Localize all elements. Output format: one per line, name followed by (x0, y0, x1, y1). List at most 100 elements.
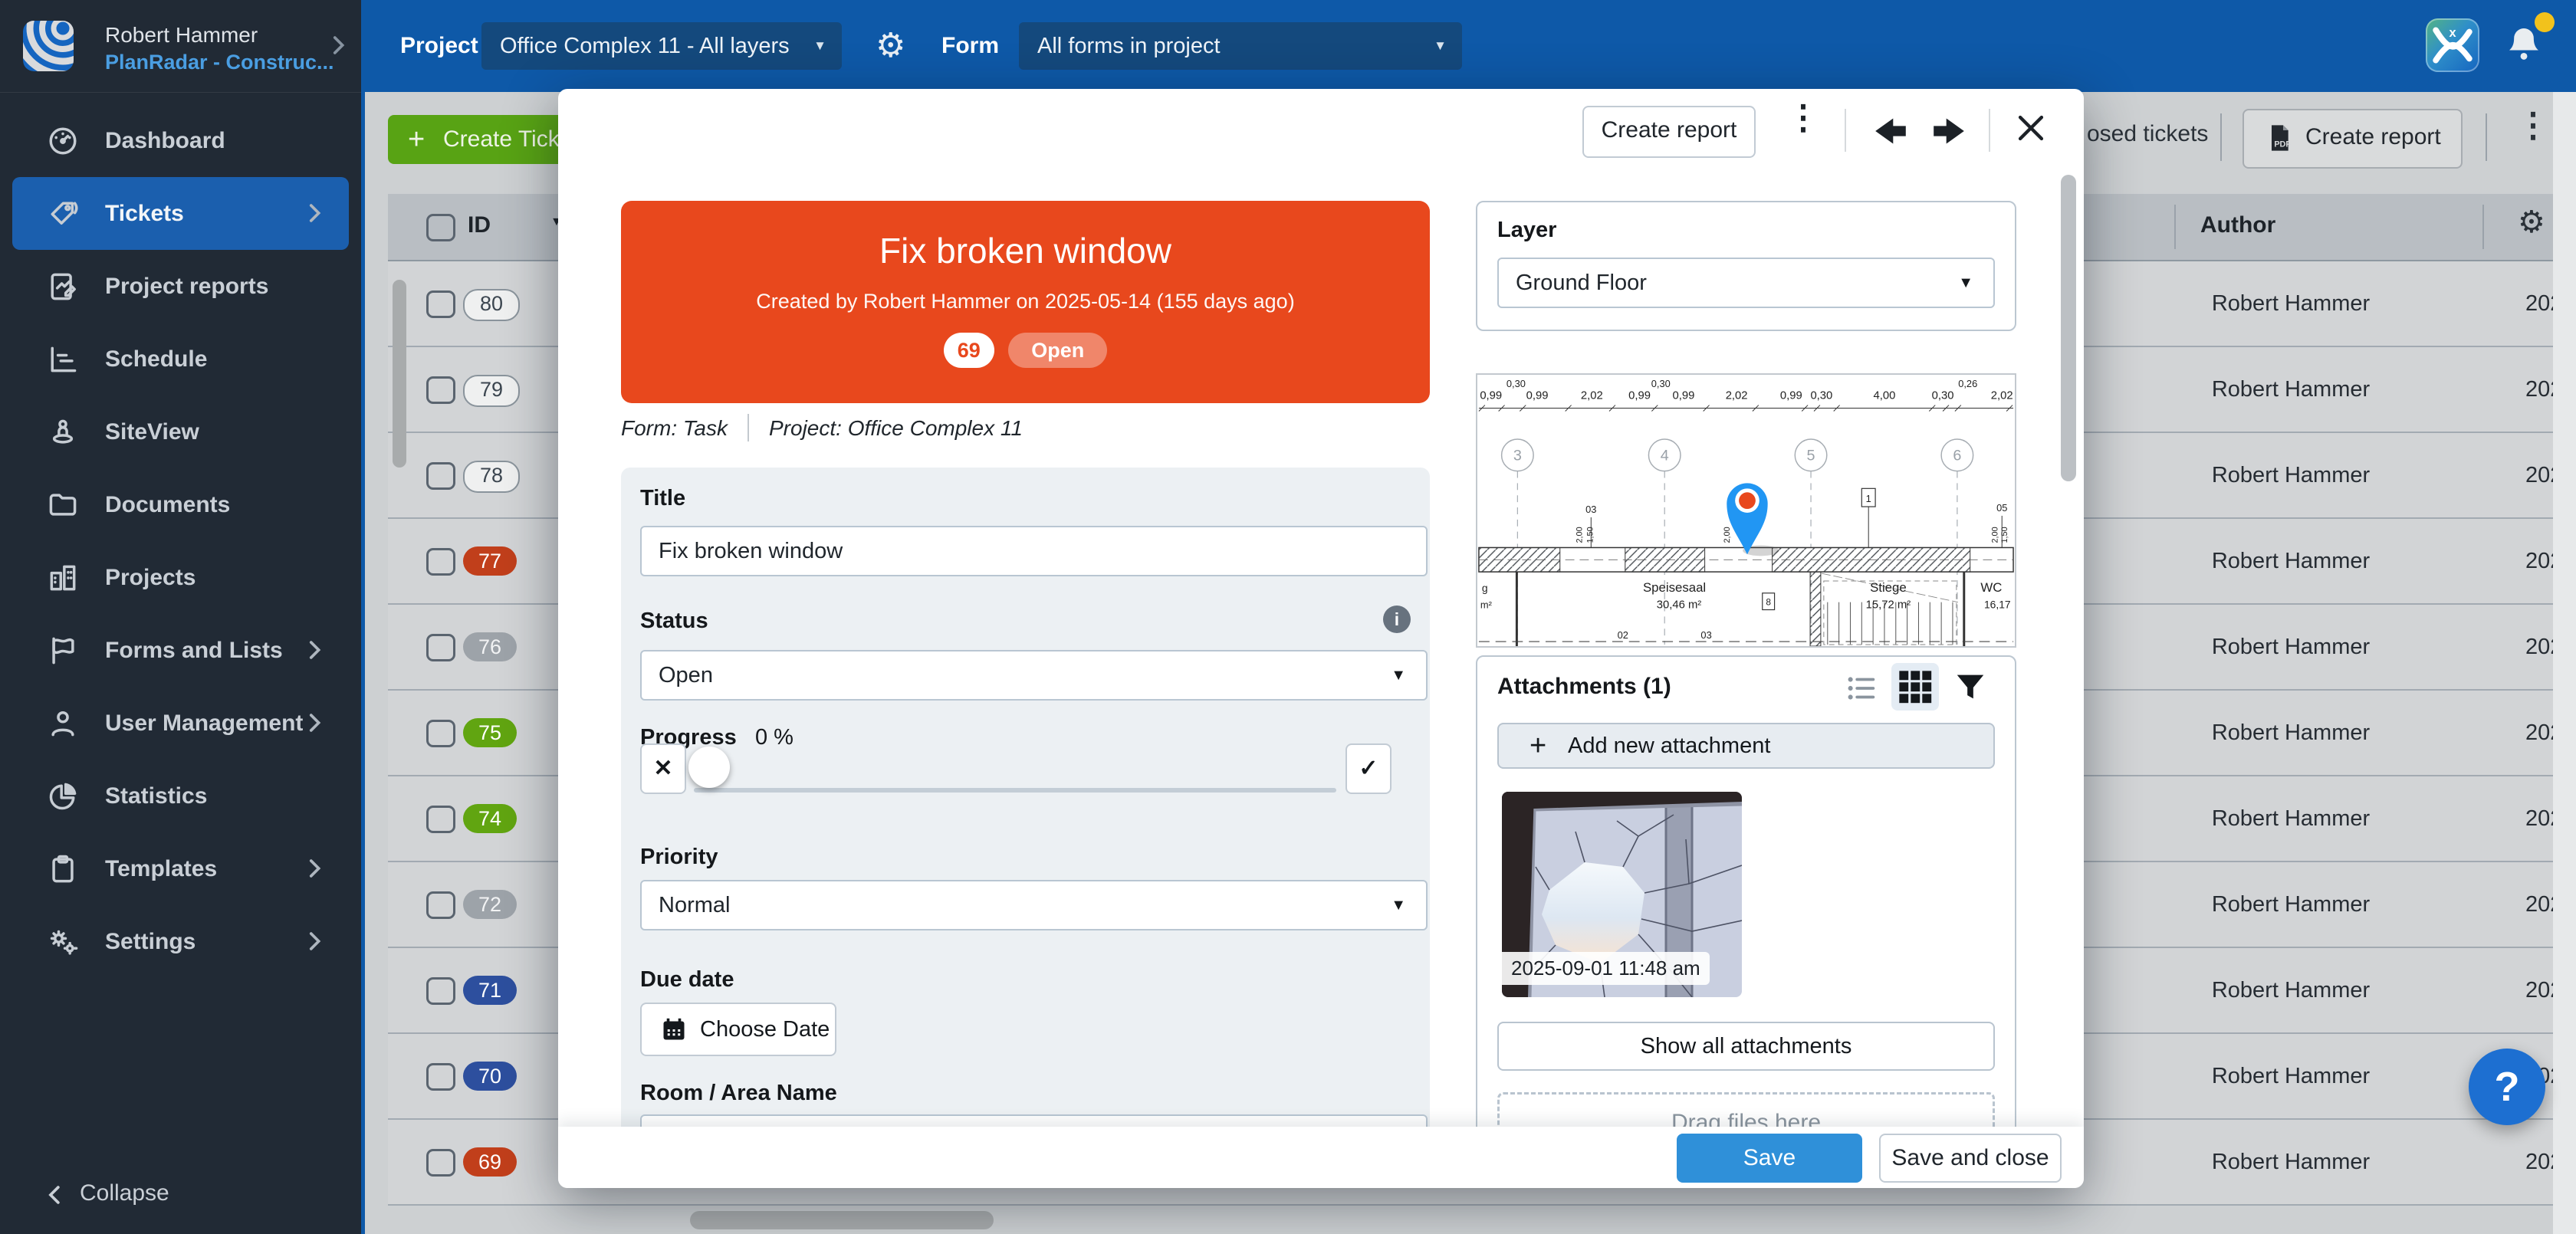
progress-confirm-button[interactable]: ✓ (1346, 743, 1392, 794)
sidebar-item-label: Settings (105, 905, 196, 978)
chevron-right-icon (301, 710, 327, 740)
row-checkbox[interactable] (426, 290, 455, 318)
row-checkbox[interactable] (426, 1063, 455, 1091)
svg-text:0,99: 0,99 (1628, 390, 1651, 402)
modal-create-report-button[interactable]: Create report (1582, 106, 1756, 158)
modal-footer: Save Save and close (558, 1127, 2084, 1188)
next-ticket-arrow-icon[interactable] (1932, 117, 1966, 146)
vertical-scrollbar-thumb[interactable] (393, 280, 406, 468)
closed-tickets-toggle[interactable]: osed tickets (2087, 121, 2208, 147)
previous-ticket-arrow-icon[interactable] (1874, 117, 1907, 146)
ticket-meta-line: Form: TaskProject: Office Complex 11 (621, 414, 1023, 446)
projects-icon (46, 561, 80, 595)
horizontal-scrollbar-thumb[interactable] (690, 1211, 994, 1229)
close-icon[interactable] (2016, 113, 2045, 143)
save-and-close-button[interactable]: Save and close (1879, 1134, 2062, 1183)
floor-plan-preview[interactable]: 0,30 0,30 0,26 0,990,992,020,990,992,020… (1476, 373, 2016, 648)
more-options-icon[interactable]: ⋮ (2516, 106, 2550, 145)
row-checkbox[interactable] (426, 720, 455, 747)
row-checkbox[interactable] (426, 376, 455, 404)
chevron-right-icon (301, 928, 327, 958)
add-attachment-button[interactable]: + Add new attachment (1497, 723, 1995, 769)
attachment-thumbnail[interactable]: 2025-09-01 11:48 am (1502, 792, 1742, 997)
author-column-header[interactable]: Author (2200, 212, 2275, 238)
gear-icon[interactable]: ⚙ (876, 26, 905, 66)
sidebar-item-dashboard[interactable]: Dashboard (12, 104, 349, 177)
divider (2220, 113, 2222, 161)
svg-text:0,30: 0,30 (1506, 378, 1526, 389)
sidebar-item-label: Templates (105, 832, 217, 905)
row-author: Robert Hammer (2137, 1034, 2444, 1118)
row-checkbox[interactable] (426, 462, 455, 490)
sidebar-item-siteview[interactable]: SiteView (12, 395, 349, 468)
svg-text:8: 8 (1766, 597, 1771, 608)
sidebar-item-documents[interactable]: Documents (12, 468, 349, 541)
room-name-stiege: Stiege (1870, 580, 1907, 595)
chevron-down-icon: ▼ (1391, 881, 1406, 929)
list-view-icon[interactable] (1844, 671, 1879, 706)
sidebar-nav: DashboardTicketsProject reportsScheduleS… (0, 104, 361, 978)
modal-scrollbar-thumb[interactable] (2061, 175, 2076, 481)
sidebar-item-label: User Management (105, 687, 303, 760)
sidebar-item-statistics[interactable]: Statistics (12, 760, 349, 832)
project-select[interactable]: Office Complex 11 - All layers ▼ (481, 22, 842, 70)
grid-view-icon[interactable] (1891, 663, 1939, 711)
ticket-status-badge: Open (1008, 333, 1107, 368)
progress-value: 0 % (755, 725, 794, 750)
title-label: Title (640, 486, 685, 511)
row-checkbox[interactable] (426, 548, 455, 576)
ai-assistant-button[interactable]: x (2426, 18, 2479, 72)
progress-slider-track[interactable] (694, 788, 1336, 793)
row-checkbox[interactable] (426, 1149, 455, 1177)
save-button[interactable]: Save (1677, 1134, 1862, 1183)
svg-text:0,99: 0,99 (1526, 390, 1549, 402)
info-icon[interactable]: i (1383, 606, 1411, 633)
priority-select[interactable]: Normal ▼ (640, 880, 1428, 930)
id-column-header[interactable]: ID (468, 212, 491, 238)
siteview-icon (46, 415, 80, 449)
sidebar-item-forms-and-lists[interactable]: Forms and Lists (12, 614, 349, 687)
svg-text:1,50: 1,50 (1585, 527, 1595, 543)
sidebar-item-templates[interactable]: Templates (12, 832, 349, 905)
sidebar-item-settings[interactable]: Settings (12, 905, 349, 978)
show-all-attachments-button[interactable]: Show all attachments (1497, 1022, 1995, 1071)
form-select[interactable]: All forms in project ▼ (1019, 22, 1462, 70)
progress-slider-thumb[interactable] (688, 747, 730, 788)
page-scrollbar-track[interactable] (2553, 92, 2576, 1234)
sidebar: Robert Hammer PlanRadar - Construc... Da… (0, 0, 365, 1234)
layer-select[interactable]: Ground Floor ▼ (1497, 258, 1995, 308)
svg-text:1: 1 (1866, 493, 1871, 504)
chevron-down-icon: ▼ (1958, 259, 1973, 307)
status-select[interactable]: Open ▼ (640, 650, 1428, 701)
row-checkbox[interactable] (426, 977, 455, 1005)
progress-clear-button[interactable]: ✕ (640, 743, 686, 794)
sidebar-item-projects[interactable]: Projects (12, 541, 349, 614)
modal-more-options-icon[interactable]: ⋮ (1786, 98, 1820, 137)
settings-icon (46, 925, 80, 959)
svg-text:30,46 m²: 30,46 m² (1657, 599, 1702, 612)
row-checkbox[interactable] (426, 634, 455, 661)
choose-date-button[interactable]: Choose Date (640, 1003, 836, 1056)
sidebar-item-project-reports[interactable]: Project reports (12, 250, 349, 323)
plus-icon: + (408, 115, 425, 164)
sidebar-item-user-management[interactable]: User Management (12, 687, 349, 760)
help-button[interactable]: ? (2469, 1049, 2545, 1125)
table-settings-gear-icon[interactable]: ⚙ (2518, 205, 2545, 240)
sidebar-item-schedule[interactable]: Schedule (12, 323, 349, 395)
calendar-icon (660, 1016, 688, 1043)
user-name: Robert Hammer (105, 23, 258, 48)
chevron-down-icon: ▼ (1391, 651, 1406, 699)
select-all-checkbox[interactable] (426, 214, 455, 241)
filter-icon[interactable] (1953, 669, 1988, 704)
svg-text:2,00: 2,00 (1990, 527, 1999, 543)
create-report-button-background[interactable]: PDF Create report (2242, 109, 2463, 169)
sidebar-item-tickets[interactable]: Tickets (12, 177, 349, 250)
collapse-sidebar-button[interactable]: Collapse (0, 1168, 361, 1222)
row-checkbox[interactable] (426, 806, 455, 833)
svg-text:0,30: 0,30 (1651, 378, 1671, 389)
title-input[interactable]: Fix broken window (640, 526, 1428, 576)
row-checkbox[interactable] (426, 891, 455, 919)
user-account-switcher[interactable]: Robert Hammer PlanRadar - Construc... (0, 0, 361, 93)
svg-text:2,00: 2,00 (1575, 527, 1584, 543)
svg-text:2,02: 2,02 (1581, 390, 1603, 402)
